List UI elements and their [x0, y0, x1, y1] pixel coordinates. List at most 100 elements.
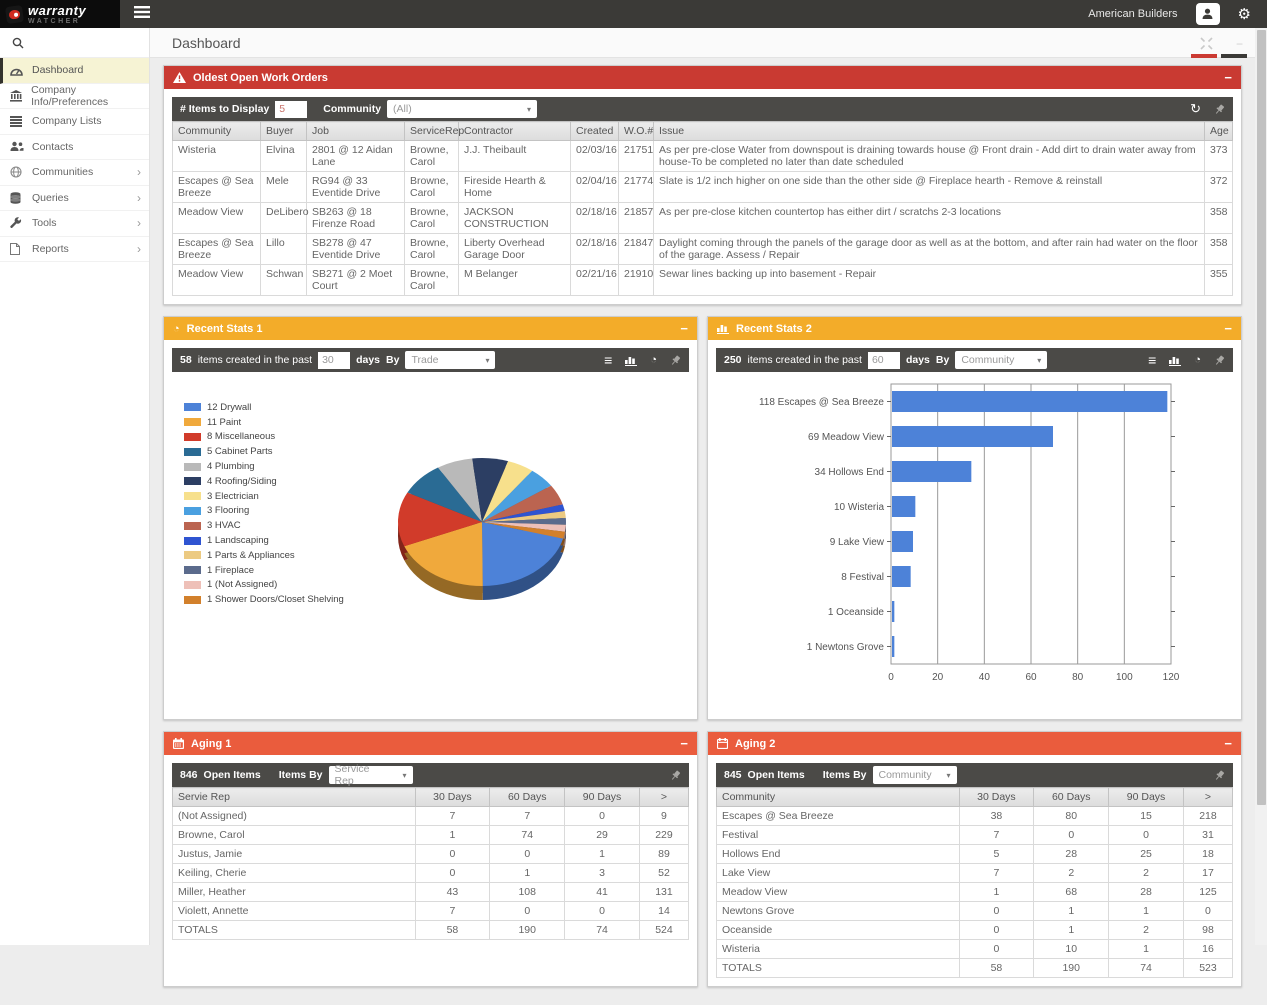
- stats2-by-select[interactable]: Community ▾: [955, 351, 1047, 369]
- aging1-panel-header[interactable]: Aging 1 −: [164, 732, 697, 755]
- pin-icon[interactable]: [1214, 355, 1225, 366]
- sidebar-item-queries[interactable]: Queries›: [0, 186, 149, 212]
- column-header[interactable]: 60 Days: [1034, 788, 1109, 807]
- column-header[interactable]: Contractor: [459, 122, 571, 141]
- page-scrollbar[interactable]: [1255, 28, 1267, 945]
- minimize-icon[interactable]: −: [1224, 737, 1232, 750]
- column-header[interactable]: Job: [307, 122, 405, 141]
- aging2-panel-header[interactable]: Aging 2 −: [708, 732, 1241, 755]
- collapse-dash-icon[interactable]: −: [1236, 37, 1243, 51]
- work-order-row[interactable]: Escapes @ Sea BreezeMeleRG94 @ 33 Eventi…: [173, 172, 1233, 203]
- column-header[interactable]: Community: [717, 788, 960, 807]
- pie-chart-view-icon[interactable]: ◔: [650, 354, 657, 366]
- legend-item[interactable]: 3 Flooring: [184, 504, 354, 519]
- hamburger-menu-icon[interactable]: [134, 5, 150, 23]
- column-header[interactable]: 30 Days: [415, 788, 490, 807]
- work-order-row[interactable]: WisteriaElvina2801 @ 12 Aidan LaneBrowne…: [173, 141, 1233, 172]
- stats1-panel-header[interactable]: ◔ Recent Stats 1 −: [164, 317, 697, 340]
- expand-icon[interactable]: [1200, 37, 1213, 55]
- minimize-icon[interactable]: −: [1224, 322, 1232, 335]
- column-header[interactable]: Age: [1205, 122, 1233, 141]
- legend-item[interactable]: 1 Landscaping: [184, 533, 354, 548]
- legend-item[interactable]: 4 Plumbing: [184, 459, 354, 474]
- aging1-row[interactable]: Browne, Carol17429229: [173, 826, 689, 845]
- column-header[interactable]: >: [639, 788, 688, 807]
- legend-item[interactable]: 12 Drywall: [184, 400, 354, 415]
- community-filter-select[interactable]: (All) ▾: [387, 100, 537, 118]
- sidebar-item-reports[interactable]: Reports›: [0, 237, 149, 263]
- app-logo[interactable]: warranty WATCHER: [0, 0, 120, 28]
- list-view-icon[interactable]: ≡: [1148, 352, 1156, 368]
- aging1-row[interactable]: TOTALS5819074524: [173, 921, 689, 940]
- legend-item[interactable]: 3 Electrician: [184, 489, 354, 504]
- aging1-row[interactable]: Violett, Annette70014: [173, 902, 689, 921]
- pin-icon[interactable]: [1214, 770, 1225, 781]
- stats1-by-select[interactable]: Trade ▾: [405, 351, 495, 369]
- aging2-row[interactable]: Meadow View16828125: [717, 883, 1233, 902]
- column-header[interactable]: Buyer: [261, 122, 307, 141]
- stats1-days-input[interactable]: [318, 352, 350, 369]
- aging2-row[interactable]: Oceanside01298: [717, 921, 1233, 940]
- sidebar-item-company-info-preferences[interactable]: Company Info/Preferences: [0, 84, 149, 110]
- column-header[interactable]: Issue: [654, 122, 1205, 141]
- column-header[interactable]: 60 Days: [490, 788, 565, 807]
- scrollbar-thumb[interactable]: [1257, 30, 1266, 805]
- aging2-row[interactable]: Escapes @ Sea Breeze388015218: [717, 807, 1233, 826]
- legend-item[interactable]: 1 Fireplace: [184, 563, 354, 578]
- aging2-row[interactable]: Newtons Grove0110: [717, 902, 1233, 921]
- sidebar-search[interactable]: [0, 28, 149, 58]
- sidebar-item-tools[interactable]: Tools›: [0, 211, 149, 237]
- aging1-row[interactable]: (Not Assigned)7709: [173, 807, 689, 826]
- pin-icon[interactable]: [670, 355, 681, 366]
- bar-chart-view-icon[interactable]: [1169, 355, 1181, 366]
- aging1-row[interactable]: Miller, Heather4310841131: [173, 883, 689, 902]
- aging1-row[interactable]: Justus, Jamie00189: [173, 845, 689, 864]
- legend-item[interactable]: 1 Shower Doors/Closet Shelving: [184, 592, 354, 607]
- column-header[interactable]: 30 Days: [959, 788, 1034, 807]
- aging2-row[interactable]: Wisteria010116: [717, 940, 1233, 959]
- legend-item[interactable]: 1 (Not Assigned): [184, 578, 354, 593]
- work-order-row[interactable]: Meadow ViewSchwanSB271 @ 2 Moet CourtBro…: [173, 265, 1233, 296]
- column-header[interactable]: W.O.#: [619, 122, 654, 141]
- work-order-row[interactable]: Meadow ViewDeLiberoSB263 @ 18 Firenze Ro…: [173, 203, 1233, 234]
- pin-icon[interactable]: [1214, 104, 1225, 115]
- sidebar-item-company-lists[interactable]: Company Lists: [0, 109, 149, 135]
- minimize-icon[interactable]: −: [680, 737, 688, 750]
- aging2-row[interactable]: TOTALS5819074523: [717, 959, 1233, 978]
- stats2-panel-header[interactable]: Recent Stats 2 −: [708, 317, 1241, 340]
- minimize-icon[interactable]: −: [680, 322, 688, 335]
- list-view-icon[interactable]: ≡: [604, 352, 612, 368]
- aging2-items-by-select[interactable]: Community ▾: [873, 766, 957, 784]
- stats2-days-input[interactable]: [868, 352, 900, 369]
- items-to-display-input[interactable]: [275, 101, 307, 118]
- settings-gear-icon[interactable]: ⚙: [1238, 5, 1251, 23]
- column-header[interactable]: 90 Days: [1109, 788, 1184, 807]
- aging1-items-by-select[interactable]: Service Rep ▾: [329, 766, 413, 784]
- legend-item[interactable]: 11 Paint: [184, 415, 354, 430]
- legend-item[interactable]: 1 Parts & Appliances: [184, 548, 354, 563]
- sidebar-item-communities[interactable]: Communities›: [0, 160, 149, 186]
- aging2-row[interactable]: Hollows End5282518: [717, 845, 1233, 864]
- legend-item[interactable]: 5 Cabinet Parts: [184, 444, 354, 459]
- sidebar-item-dashboard[interactable]: Dashboard: [0, 58, 149, 84]
- bar-chart-view-icon[interactable]: [625, 355, 637, 366]
- refresh-icon[interactable]: ↻: [1190, 101, 1201, 117]
- legend-item[interactable]: 3 HVAC: [184, 518, 354, 533]
- column-header[interactable]: 90 Days: [565, 788, 640, 807]
- aging2-row[interactable]: Festival70031: [717, 826, 1233, 845]
- pie-chart-view-icon[interactable]: ◔: [1194, 354, 1201, 366]
- column-header[interactable]: Servie Rep: [173, 788, 416, 807]
- legend-item[interactable]: 4 Roofing/Siding: [184, 474, 354, 489]
- column-header[interactable]: Community: [173, 122, 261, 141]
- minimize-icon[interactable]: −: [1224, 71, 1232, 84]
- user-account-button[interactable]: [1196, 3, 1220, 25]
- column-header[interactable]: >: [1183, 788, 1232, 807]
- legend-item[interactable]: 8 Miscellaneous: [184, 430, 354, 445]
- theme-bar-dark[interactable]: [1221, 54, 1247, 58]
- column-header[interactable]: ServiceRep: [405, 122, 459, 141]
- pin-icon[interactable]: [670, 770, 681, 781]
- work-order-row[interactable]: Escapes @ Sea BreezeLilloSB278 @ 47 Even…: [173, 234, 1233, 265]
- column-header[interactable]: Created: [571, 122, 619, 141]
- sidebar-item-contacts[interactable]: Contacts: [0, 135, 149, 161]
- aging2-row[interactable]: Lake View72217: [717, 864, 1233, 883]
